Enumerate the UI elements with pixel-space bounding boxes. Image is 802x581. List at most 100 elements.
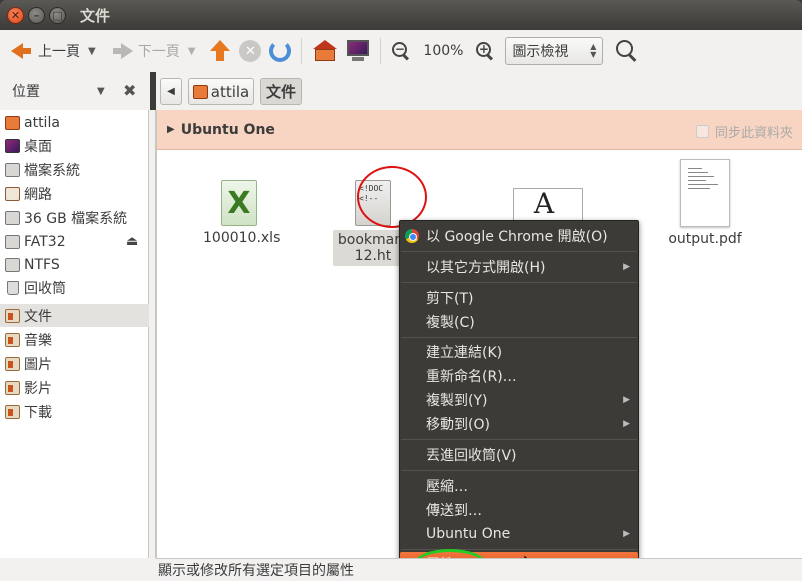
music-folder-icon	[5, 332, 20, 347]
sidebar-item-label: NTFS	[24, 256, 60, 273]
menu-item-copy[interactable]: 複製(C)	[400, 310, 638, 334]
menu-item-label: 以其它方式開啟(H)	[426, 260, 546, 276]
sidebar-item-network[interactable]: 網路	[0, 182, 149, 205]
menu-item-copy-to[interactable]: 複製到(Y) ▶	[400, 388, 638, 412]
sync-checkbox[interactable]	[695, 125, 709, 138]
close-window-button[interactable]: ✕	[7, 6, 24, 24]
desktop-icon	[5, 138, 20, 153]
stop-button[interactable]: ✕	[235, 36, 265, 66]
zoom-in-button[interactable]: +	[471, 36, 499, 66]
menu-item-rename[interactable]: 重新命名(R)…	[400, 364, 638, 388]
sync-folder-toggle[interactable]: 同步此資料夾	[695, 122, 793, 141]
sidebar-footer	[0, 558, 156, 581]
back-history-dropdown-icon[interactable]: ▼	[88, 46, 96, 57]
zoom-out-button[interactable]: −	[387, 36, 415, 66]
sidebar-item-label: 桌面	[24, 138, 52, 155]
file-item-font[interactable]: A a	[513, 188, 585, 249]
forward-history-dropdown-icon[interactable]: ▼	[188, 46, 196, 57]
zoom-out-icon: −	[391, 41, 411, 61]
search-icon[interactable]	[615, 39, 639, 63]
home-folder-icon	[5, 115, 20, 130]
sidebar-item-music[interactable]: 音樂	[0, 328, 149, 351]
pane-splitter[interactable]	[149, 110, 156, 560]
maximize-window-button[interactable]: □	[49, 6, 66, 24]
sidebar-item-36gb-filesystem[interactable]: 36 GB 檔案系統	[0, 206, 149, 229]
sidebar-item-pictures[interactable]: 圖片	[0, 352, 149, 375]
menu-item-label: 重新命名(R)…	[426, 369, 517, 385]
path-scroll-left-button[interactable]: ◀	[160, 78, 182, 105]
breadcrumb-label: attila	[210, 82, 250, 101]
submenu-arrow-icon: ▶	[623, 262, 630, 272]
pdf-document-icon	[680, 159, 730, 227]
sidebar-header: 位置 ▼ ✖	[0, 72, 150, 110]
file-item-pdf[interactable]: output.pdf	[657, 159, 753, 247]
back-button[interactable]: 上一頁 ▼	[6, 36, 100, 66]
sidebar-item-videos[interactable]: 影片	[0, 376, 149, 399]
close-sidebar-icon[interactable]: ✖	[123, 81, 136, 100]
sidebar-item-label: 影片	[24, 380, 52, 397]
ubuntu-one-title: Ubuntu One	[180, 121, 275, 138]
menu-item-ubuntu-one[interactable]: Ubuntu One ▶	[400, 522, 638, 546]
sidebar-item-trash[interactable]: 回收筒	[0, 276, 149, 299]
menu-item-make-link[interactable]: 建立連結(K)	[400, 340, 638, 364]
chevron-down-icon[interactable]: ▼	[97, 86, 105, 97]
menu-separator	[401, 282, 637, 283]
sidebar-item-downloads[interactable]: 下載	[0, 400, 149, 423]
reload-button[interactable]	[265, 36, 295, 66]
menu-item-label: 壓縮…	[426, 479, 468, 495]
menu-item-label: 以 Google Chrome 開啟(O)	[426, 229, 608, 245]
network-icon	[5, 186, 20, 201]
back-label: 上一頁	[38, 44, 80, 60]
drive-icon	[5, 162, 20, 177]
menu-item-send-to[interactable]: 傳送到…	[400, 498, 638, 522]
home-folder-icon	[192, 84, 208, 99]
menu-item-move-to-trash[interactable]: 丟進回收筒(V)	[400, 443, 638, 467]
menu-separator	[401, 470, 637, 471]
toolbar-separator	[380, 38, 382, 64]
path-bar: ◀ attila 文件	[156, 72, 802, 110]
menu-item-move-to[interactable]: 移動到(O) ▶	[400, 412, 638, 436]
menu-item-open-with-other[interactable]: 以其它方式開啟(H) ▶	[400, 255, 638, 279]
downloads-folder-icon	[5, 404, 20, 419]
chrome-icon	[405, 229, 419, 243]
ubuntu-one-bar: ▶ Ubuntu One 同步此資料夾	[157, 110, 802, 150]
home-icon	[312, 40, 338, 62]
file-name: 100010.xls	[203, 230, 281, 246]
menu-item-compress[interactable]: 壓縮…	[400, 474, 638, 498]
sidebar-item-documents[interactable]: 文件	[0, 304, 149, 327]
menu-item-label: 丟進回收筒(V)	[426, 448, 517, 464]
minimize-window-button[interactable]: –	[28, 6, 45, 24]
home-button[interactable]	[308, 36, 342, 66]
eject-icon[interactable]: ⏏	[126, 234, 138, 249]
breadcrumb-attila[interactable]: attila	[188, 78, 254, 105]
computer-button[interactable]	[342, 36, 374, 66]
sidebar-item-home[interactable]: attila	[0, 111, 149, 134]
file-item-xls[interactable]: X 100010.xls	[203, 180, 281, 246]
up-button[interactable]	[205, 36, 235, 66]
expander-triangle-icon[interactable]: ▶	[167, 124, 175, 135]
videos-folder-icon	[5, 380, 20, 395]
up-arrow-icon	[209, 39, 231, 63]
sidebar: attila 桌面 檔案系統 網路 36 GB 檔案系統 FAT32 ⏏ NTFS…	[0, 110, 149, 560]
menu-separator	[401, 439, 637, 440]
drive-icon	[5, 257, 20, 272]
breadcrumb-documents[interactable]: 文件	[260, 78, 302, 105]
menu-item-cut[interactable]: 剪下(T)	[400, 286, 638, 310]
menu-item-label: 複製(C)	[426, 315, 475, 331]
view-mode-select[interactable]: 圖示檢視 ▲ ▼	[505, 37, 604, 65]
sidebar-item-desktop[interactable]: 桌面	[0, 134, 149, 157]
status-bar: 顯示或修改所有選定項目的屬性	[156, 558, 802, 581]
sidebar-item-label: 下載	[24, 404, 52, 421]
menu-item-open-with-chrome[interactable]: 以 Google Chrome 開啟(O)	[400, 224, 638, 248]
sidebar-item-label: 圖片	[24, 356, 52, 373]
sidebar-places-select[interactable]: 位置	[12, 81, 40, 101]
forward-button[interactable]: 下一頁 ▼	[108, 36, 200, 66]
maximize-icon: □	[52, 8, 63, 22]
forward-label: 下一頁	[137, 44, 180, 60]
sidebar-item-fat32[interactable]: FAT32 ⏏	[0, 230, 149, 253]
sidebar-item-filesystem[interactable]: 檔案系統	[0, 158, 149, 181]
sidebar-item-ntfs[interactable]: NTFS	[0, 253, 149, 276]
window-title: 文件	[80, 6, 111, 25]
sidebar-item-label: 回收筒	[24, 280, 66, 297]
menu-item-label: 傳送到…	[426, 503, 482, 519]
